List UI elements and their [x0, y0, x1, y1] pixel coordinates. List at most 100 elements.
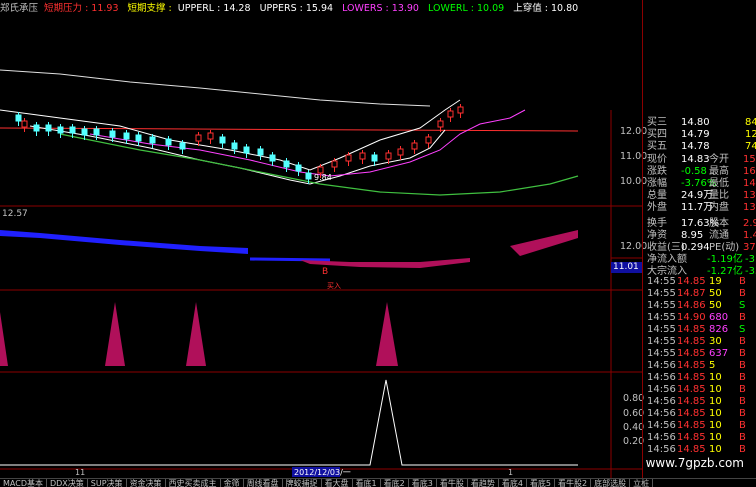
stat-row: 外盘11.7万内盘13.1 [645, 202, 756, 214]
tick-side: B [739, 396, 746, 407]
tick-time: 14:55 [647, 336, 676, 347]
flow-label: 净流入额 [647, 254, 687, 265]
tick-time: 14:55 [647, 312, 676, 323]
tab-3[interactable]: 资金决策 [127, 479, 166, 487]
stat-value-2: 2.98 [743, 218, 756, 229]
tick-price: 14.85 [677, 384, 706, 395]
tick-volume: 10 [709, 384, 722, 395]
candle [243, 146, 250, 154]
tick-side: S [739, 300, 746, 311]
tick-volume: 637 [709, 348, 729, 359]
tab-5[interactable]: 金筛 [221, 479, 244, 487]
tick-row: 14:55 14.85 826 S [645, 324, 756, 336]
tab-15[interactable]: 看底5 [527, 479, 556, 487]
stat-row: 总量24.9万量比13.0 [645, 190, 756, 202]
lowerl-line [59, 133, 579, 196]
tick-volume: 10 [709, 432, 722, 443]
stat-label-2: 最低 [709, 178, 729, 189]
candle [149, 136, 156, 144]
tab-10[interactable]: 看底2 [381, 479, 409, 487]
candle [57, 126, 64, 134]
stat-label-2: 最高 [709, 166, 729, 177]
candle [123, 132, 130, 140]
order-volume: 12 [745, 129, 756, 140]
x-tick-11: 11 [75, 468, 85, 477]
tick-volume: 10 [709, 444, 722, 455]
candle [45, 124, 52, 132]
candle [109, 130, 116, 138]
tick-row: 14:56 14.85 10 B [645, 372, 756, 384]
stat-label-2: 量比 [709, 190, 729, 201]
order-label: 买四 [647, 129, 667, 140]
tick-time: 14:55 [647, 288, 676, 299]
tick-row: 14:56 14.85 10 B [645, 396, 756, 408]
order-label: 买五 [647, 141, 667, 152]
tab-8[interactable]: 看大盘 [322, 479, 353, 487]
tab-17[interactable]: 底部选股 [591, 479, 631, 487]
tab-4[interactable]: 西史买卖成主 [166, 479, 221, 487]
bottom-tabs: MACD基本 DDX决策 SUP决策 资金决策 西史买卖成主 金筛 周线看盘 牌蛟捕捉 看大盘看… [0, 478, 756, 487]
tab-18[interactable]: 立桩 [630, 479, 654, 487]
tab-14[interactable]: 看底4 [499, 479, 527, 487]
tab-13[interactable]: 看趋势 [468, 479, 499, 487]
tick-volume: 10 [709, 408, 722, 419]
tab-12[interactable]: 看牛股 [437, 479, 468, 487]
tab-11[interactable]: 看底3 [409, 479, 437, 487]
tick-row: 14:56 14.85 10 B [645, 444, 756, 456]
stat-value-2: 15.5 [743, 154, 756, 165]
stat-value-2: 14.7 [743, 178, 756, 189]
spike-line [0, 379, 578, 466]
low-price-label: 9.84 [314, 173, 332, 182]
flow-value: -1.19亿 [707, 254, 743, 265]
watermark: www.7gpzb.com [645, 456, 744, 470]
candle [359, 152, 366, 160]
flow-row: 净流入额 -1.19亿-31 [645, 254, 756, 266]
candle [135, 134, 142, 142]
tab-2[interactable]: SUP决策 [88, 479, 127, 487]
stat-value-2: 16.1 [743, 166, 756, 177]
tick-side: B [739, 372, 746, 383]
stat-row: 净资 8.95 流通 1.41 [645, 230, 756, 242]
quote-panel: 买三 14.80 84 买四 14.79 12 买五 14.78 74 现价 14.83今开 15.… [642, 0, 756, 478]
tick-price: 14.85 [677, 420, 706, 431]
tick-row: 14:55 14.90 680 B [645, 312, 756, 324]
stat-label-2: 流通 [709, 230, 729, 241]
tab-6[interactable]: 周线看盘 [244, 479, 283, 487]
stat-value-2: 13.0 [743, 190, 756, 201]
blue-trend-bar [0, 230, 248, 254]
tick-side: B [739, 360, 746, 371]
axis-highlight-value: 11.01 [613, 262, 639, 272]
tab-16[interactable]: 看牛股2 [555, 479, 592, 487]
tick-volume: 10 [709, 396, 722, 407]
tick-volume: 19 [709, 276, 722, 287]
tab-1[interactable]: DDX决策 [47, 479, 88, 487]
order-price: 14.78 [681, 141, 710, 152]
kline-chart[interactable]: 9.84 12.57 B 买入 2012/12/03/一 11 1 [0, 0, 642, 478]
tick-time: 14:56 [647, 420, 676, 431]
stat-row: 涨跌 -0.58最高 16.1 [645, 166, 756, 178]
stat-row: 涨幅-3.76%最低14.7 [645, 178, 756, 190]
tab-7[interactable]: 牌蛟捕捉 [283, 479, 322, 487]
stat-label-2: 今开 [709, 154, 729, 165]
tick-row: 14:56 14.85 10 B [645, 408, 756, 420]
tab-0[interactable]: MACD基本 [0, 479, 47, 487]
tick-volume: 680 [709, 312, 729, 323]
date-marker: 2012/12/03/一 [294, 468, 351, 477]
tick-price: 14.85 [677, 324, 706, 335]
tick-row: 14:55 14.85 30 B [645, 336, 756, 348]
chart-area[interactable]: 郑氏承压 短期压力: 11.93 短期支撑: UPPERL: 14.28 UPP… [0, 0, 647, 478]
order-price: 14.79 [681, 129, 710, 140]
x-tick-1: 1 [508, 468, 513, 477]
tick-price: 14.85 [677, 348, 706, 359]
signal-b: B [322, 267, 328, 277]
order-label: 买三 [647, 117, 667, 128]
tick-row: 14:56 14.85 5 B [645, 360, 756, 372]
stat-label: 总量 [647, 190, 667, 201]
stat-label: 换手 [647, 218, 667, 229]
tick-time: 14:55 [647, 324, 676, 335]
upper-band-line [0, 69, 431, 107]
magenta-wedge-right [510, 230, 578, 256]
candle [371, 154, 378, 162]
tab-9[interactable]: 看底1 [353, 479, 381, 487]
tick-price: 14.85 [677, 408, 706, 419]
